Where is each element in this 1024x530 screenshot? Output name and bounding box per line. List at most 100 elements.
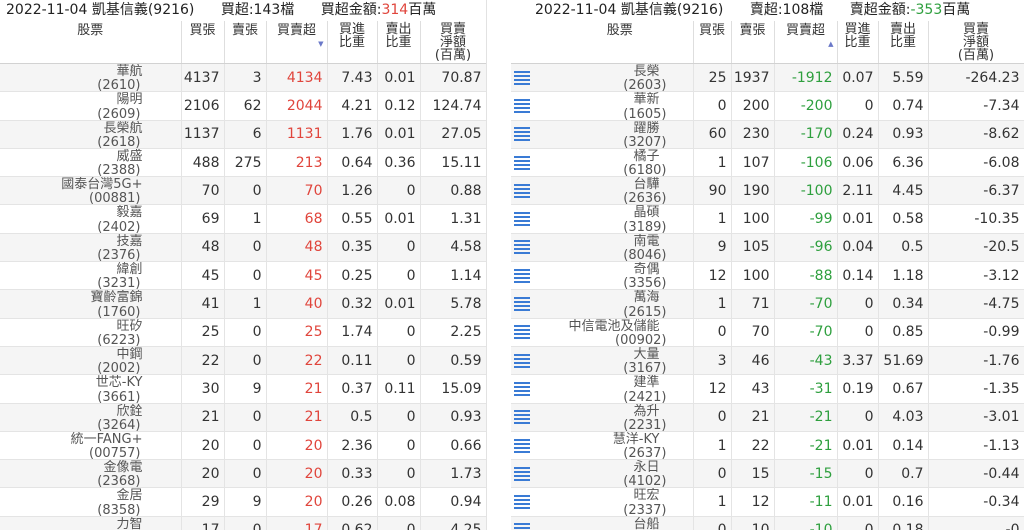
stock-cell[interactable]: 長榮 (2603) [547,63,694,93]
table-row[interactable]: 毅嘉 (2402) 69 1 68 0.55 0.01 1.31 [0,204,486,234]
detail-list-icon[interactable] [511,318,547,347]
detail-list-icon[interactable] [511,261,547,291]
table-row[interactable]: 晶碩 (3189) 1 100 -99 0.01 0.58 -10.35 [511,204,1024,234]
list-icon[interactable] [514,495,530,510]
table-row[interactable]: 旺矽 (6223) 25 0 25 1.74 0 2.25 [0,318,486,347]
stock-cell[interactable]: 世芯-KY (3661) [0,374,182,404]
stock-cell[interactable]: 欣銓 (3264) [0,403,182,432]
stock-name[interactable]: 萬海 [633,291,659,305]
stock-cell[interactable]: 晶碩 (3189) [547,204,694,234]
stock-name[interactable]: 台驊 [633,178,659,192]
stock-name[interactable]: 南電 [633,234,659,249]
stock-name[interactable]: 金像電 [103,461,142,475]
detail-list-icon[interactable] [511,176,547,206]
table-row[interactable]: 世芯-KY (3661) 30 9 21 0.37 0.11 15.09 [0,374,486,404]
list-icon[interactable] [514,353,530,368]
detail-list-icon[interactable] [511,148,547,178]
stock-cell[interactable]: 大量 (3167) [547,346,694,376]
stock-name[interactable]: 慧洋-KY [613,432,660,447]
detail-list-icon[interactable] [511,487,547,517]
table-row[interactable]: 華航 (2610) 4137 3 4134 7.43 0.01 70.87 [0,63,486,93]
table-row[interactable]: 寶齡富錦 (1760) 41 1 40 0.32 0.01 5.78 [0,289,486,319]
table-row[interactable]: 慧洋-KY (2637) 1 22 -21 0.01 0.14 -1.13 [511,431,1024,461]
stock-name[interactable]: 長榮航 [103,121,142,136]
table-row[interactable]: 威盛 (2388) 488 275 213 0.64 0.36 15.11 [0,148,486,178]
list-icon[interactable] [514,155,530,170]
list-icon[interactable] [514,240,530,255]
list-icon[interactable] [514,70,530,85]
stock-cell[interactable]: 長榮航 (2618) [0,120,182,149]
table-row[interactable]: 中鋼 (2002) 22 0 22 0.11 0 0.59 [0,346,486,376]
stock-name[interactable]: 建準 [633,376,659,390]
table-row[interactable]: 長榮 (2603) 25 1937 -1912 0.07 5.59 -264.23 [511,63,1024,93]
stock-name[interactable]: 台船 [633,517,659,530]
stock-name[interactable]: 寶齡富錦 [90,291,142,305]
col-sell[interactable]: 賣張 [224,21,267,64]
stock-name[interactable]: 晶碩 [633,206,659,220]
table-row[interactable]: 大量 (3167) 3 46 -43 3.37 51.69 -1.76 [511,346,1024,376]
table-row[interactable]: 旺宏 (2337) 1 12 -11 0.01 0.16 -0.34 [511,487,1024,517]
stock-cell[interactable]: 台驊 (2636) [547,176,694,206]
stock-cell[interactable]: 華航 (2610) [0,63,182,93]
table-row[interactable]: 長榮航 (2618) 1137 6 1131 1.76 0.01 27.05 [0,120,486,149]
stock-cell[interactable]: 陽明 (2609) [0,91,182,121]
stock-cell[interactable]: 旺矽 (6223) [0,318,182,347]
table-row[interactable]: 永日 (4102) 0 15 -15 0 0.7 -0.44 [511,459,1024,489]
table-row[interactable]: 國泰台灣5G+ (00881) 70 0 70 1.26 0 0.88 [0,176,486,206]
stock-name[interactable]: 陽明 [116,93,142,107]
detail-list-icon[interactable] [511,346,547,376]
col-net[interactable]: 買賣超 ▼ [266,21,328,64]
stock-cell[interactable]: 台船 [547,516,694,530]
stock-cell[interactable]: 技嘉 (2376) [0,233,182,263]
list-icon[interactable] [514,98,530,113]
stock-cell[interactable]: 奇偶 (3356) [547,261,694,291]
col-sell-ratio[interactable]: 賣出 比重 [878,21,929,64]
stock-name[interactable]: 威盛 [116,149,142,164]
detail-list-icon[interactable] [511,403,547,432]
table-row[interactable]: 台驊 (2636) 90 190 -100 2.11 4.45 -6.37 [511,176,1024,206]
detail-list-icon[interactable] [511,459,547,489]
stock-name[interactable]: 金居 [116,489,142,503]
detail-list-icon[interactable] [511,63,547,93]
list-icon[interactable] [514,325,530,340]
stock-cell[interactable]: 金像電 (2368) [0,459,182,489]
col-buy-ratio[interactable]: 買進 比重 [837,21,879,64]
stock-cell[interactable]: 南電 (8046) [547,233,694,263]
col-net-amount[interactable]: 買賣 淨額 (百萬) [928,21,1024,64]
detail-list-icon[interactable] [511,289,547,319]
detail-list-icon[interactable] [511,374,547,404]
col-buy-ratio[interactable]: 買進 比重 [327,21,378,64]
table-row[interactable]: 金居 (8358) 29 9 20 0.26 0.08 0.94 [0,487,486,517]
table-row[interactable]: 台船010-1000.18-0 [511,516,1024,530]
stock-name[interactable]: 中鋼 [116,347,142,362]
stock-cell[interactable]: 旺宏 (2337) [547,487,694,517]
stock-name[interactable]: 華航 [116,65,142,79]
table-row[interactable]: 緯創 (3231) 45 0 45 0.25 0 1.14 [0,261,486,291]
detail-list-icon[interactable] [511,204,547,234]
list-icon[interactable] [514,183,530,198]
table-row[interactable]: 力智170170.6204.25 [0,516,486,530]
stock-name[interactable]: 華新 [633,93,659,107]
stock-name[interactable]: 奇偶 [633,263,659,277]
stock-cell[interactable]: 威盛 (2388) [0,148,182,178]
table-row[interactable]: 南電 (8046) 9 105 -96 0.04 0.5 -20.5 [511,233,1024,263]
table-row[interactable]: 陽明 (2609) 2106 62 2044 4.21 0.12 124.74 [0,91,486,121]
stock-cell[interactable]: 毅嘉 (2402) [0,204,182,234]
table-row[interactable]: 中信電池及儲能 (00902) 0 70 -70 0 0.85 -0.99 [511,318,1024,347]
stock-name[interactable]: 為升 [633,404,659,419]
list-icon[interactable] [514,466,530,481]
stock-name[interactable]: 永日 [633,461,659,475]
stock-name[interactable]: 緯創 [116,263,142,277]
col-net[interactable]: 買賣超 ▲ [774,21,838,64]
table-row[interactable]: 華新 (1605) 0 200 -200 0 0.74 -7.34 [511,91,1024,121]
stock-name[interactable]: 力智 [116,517,142,530]
stock-cell[interactable]: 萬海 (2615) [547,289,694,319]
table-row[interactable]: 技嘉 (2376) 48 0 48 0.35 0 4.58 [0,233,486,263]
col-sell[interactable]: 賣張 [731,21,775,64]
list-icon[interactable] [514,523,530,530]
table-row[interactable]: 橘子 (6180) 1 107 -106 0.06 6.36 -6.08 [511,148,1024,178]
stock-name[interactable]: 毅嘉 [116,206,142,220]
stock-cell[interactable]: 中鋼 (2002) [0,346,182,376]
col-stock[interactable]: 股票 [0,21,182,64]
stock-name[interactable]: 國泰台灣5G+ [61,178,142,192]
